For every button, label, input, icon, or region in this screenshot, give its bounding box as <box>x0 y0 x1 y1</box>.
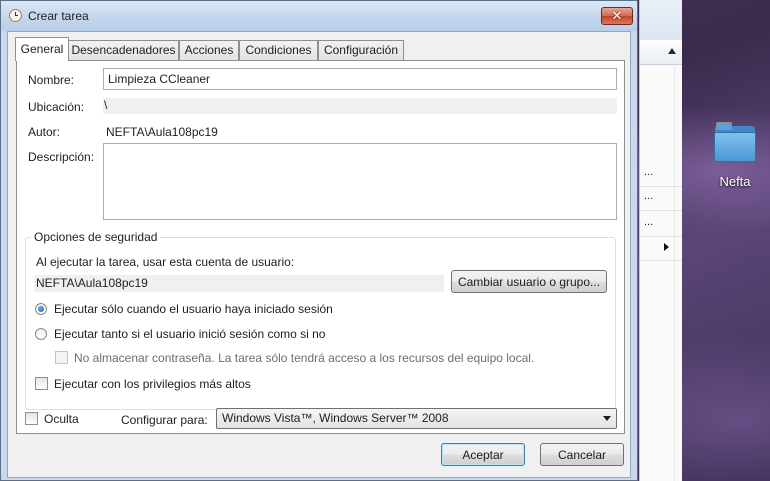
account-value: NEFTA\Aula108pc19 <box>36 276 148 290</box>
account-field: NEFTA\Aula108pc19 <box>34 275 444 292</box>
collapse-arrow-icon <box>668 48 676 54</box>
tab-triggers[interactable]: Desencadenadores <box>68 40 179 60</box>
change-user-button[interactable]: Cambiar usuario o grupo... <box>451 270 607 293</box>
general-tab-panel: Nombre: Ubicación: \ Autor: NEFTA\Aula10… <box>16 60 625 434</box>
clock-icon <box>9 9 22 22</box>
highest-privileges-label[interactable]: Ejecutar con los privilegios más altos <box>54 377 251 391</box>
name-label: Nombre: <box>28 73 75 87</box>
close-icon: ✕ <box>611 8 623 23</box>
radio-run-whether-logged[interactable] <box>35 328 47 340</box>
description-label: Descripción: <box>28 150 95 164</box>
title-bar[interactable]: Crear tarea ✕ <box>1 1 637 31</box>
no-store-password-checkbox <box>55 351 68 364</box>
highest-privileges-checkbox[interactable] <box>35 377 48 390</box>
chevron-down-icon <box>603 416 611 421</box>
configure-for-value: Windows Vista™, Windows Server™ 2008 <box>222 411 449 425</box>
background-window-header <box>640 0 682 41</box>
description-input[interactable] <box>103 143 617 220</box>
expand-arrow-icon[interactable] <box>664 243 669 251</box>
dialog-client-area: General Desencadenadores Acciones Condic… <box>7 31 631 478</box>
location-label: Ubicación: <box>28 100 85 114</box>
account-prompt: Al ejecutar la tarea, usar esta cuenta d… <box>36 255 295 269</box>
location-value: \ <box>104 98 108 112</box>
radio-run-logged-on-label[interactable]: Ejecutar sólo cuando el usuario haya ini… <box>54 302 333 316</box>
folder-icon <box>713 120 757 162</box>
row-marker: ... <box>644 216 654 228</box>
background-window: ... ... ... <box>639 0 682 481</box>
location-field: \ <box>103 98 617 114</box>
ok-button[interactable]: Aceptar <box>441 443 525 466</box>
radio-run-whether-logged-label[interactable]: Ejecutar tanto si el usuario inició sesi… <box>54 327 325 341</box>
tab-settings[interactable]: Configuración <box>318 40 404 60</box>
radio-run-logged-on[interactable] <box>35 303 47 315</box>
dialog-title: Crear tarea <box>28 9 89 23</box>
background-window-collapse-bar[interactable] <box>640 40 682 65</box>
configure-for-select[interactable]: Windows Vista™, Windows Server™ 2008 <box>216 408 617 429</box>
author-label: Autor: <box>28 125 61 139</box>
tab-conditions[interactable]: Condiciones <box>239 40 318 60</box>
desktop-folder-label: Nefta <box>719 174 751 189</box>
hidden-checkbox[interactable] <box>25 412 38 425</box>
cancel-button[interactable]: Cancelar <box>540 443 624 466</box>
close-button[interactable]: ✕ <box>601 7 633 25</box>
tab-actions[interactable]: Acciones <box>179 40 239 60</box>
row-marker: ... <box>644 166 654 178</box>
tab-general[interactable]: General <box>15 37 69 61</box>
configure-for-label: Configurar para: <box>121 413 208 427</box>
row-marker: ... <box>644 190 654 202</box>
hidden-label[interactable]: Oculta <box>44 412 79 426</box>
create-task-dialog: Crear tarea ✕ General Desencadenadores A… <box>0 0 638 481</box>
desktop-folder-nefta[interactable]: Nefta <box>706 120 764 189</box>
name-input[interactable] <box>103 68 617 90</box>
security-options-legend: Opciones de seguridad <box>31 230 161 244</box>
author-value: NEFTA\Aula108pc19 <box>106 125 218 139</box>
no-store-password-label: No almacenar contraseña. La tarea sólo t… <box>74 351 535 365</box>
